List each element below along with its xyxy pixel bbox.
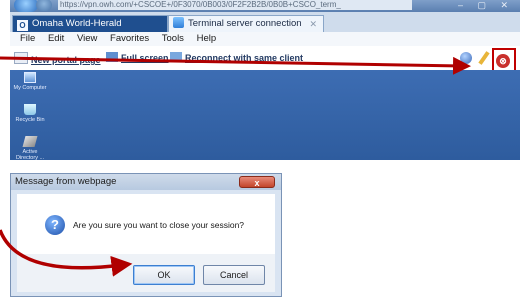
full-screen-link[interactable]: Full screen [106,52,169,64]
window-controls[interactable]: – ▢ ✕ [458,0,514,10]
remote-desktop: My Computer Recycle Bin Active Directory… [10,70,520,160]
browser-window: https://vpn.owh.com/+CSCOE+/0F3070/0B003… [10,0,520,160]
menu-view[interactable]: View [77,32,97,46]
ok-button[interactable]: OK [133,265,195,285]
pencil-icon[interactable] [478,51,490,65]
portal-toolbar: New portal page Full screen Reconnect wi… [10,46,520,72]
desktop-icon-recycle-bin[interactable]: Recycle Bin [12,104,48,123]
confirm-dialog: Message from webpage x ? Are you sure yo… [10,173,282,297]
menu-bar: File Edit View Favorites Tools Help [10,32,520,46]
cancel-button[interactable]: Cancel [203,265,265,285]
desktop-icon-label: My Computer [13,85,47,91]
desktop-icon-label: Recycle Bin [15,117,45,123]
desktop-icon-my-computer[interactable]: My Computer [12,72,48,91]
active-directory-icon [22,136,38,147]
dialog-title: Message from webpage [15,176,117,187]
new-portal-page-link[interactable]: New portal page [14,52,101,66]
menu-file[interactable]: File [20,32,35,46]
computer-icon [24,72,36,83]
close-icon[interactable]: x [239,176,275,188]
tab-strip: O Omaha World-Herald Terminal server conn… [10,12,520,32]
ie-page-icon [173,17,184,28]
reconnect-link[interactable]: Reconnect with same client [170,52,303,64]
menu-edit[interactable]: Edit [48,32,64,46]
forward-icon[interactable] [36,0,52,11]
monitor-icon [106,52,118,62]
tab-label: Terminal server connection [188,18,302,29]
menu-tools[interactable]: Tools [162,32,184,46]
dialog-footer: OK Cancel [17,254,275,292]
address-bar[interactable]: https://vpn.owh.com/+CSCOE+/0F3070/0B003… [58,0,412,10]
tab-omaha-world-herald[interactable]: O Omaha World-Herald [12,15,168,32]
browser-titlebar: https://vpn.owh.com/+CSCOE+/0F3070/0B003… [10,0,520,12]
menu-help[interactable]: Help [197,32,217,46]
tab-terminal-server[interactable]: Terminal server connection ✕ [168,15,324,32]
annotation-highlight-box [492,48,516,72]
reconnect-icon [170,52,182,62]
desktop-icon-label: Active Directory ... [15,149,45,160]
page-icon [14,52,28,64]
back-icon[interactable] [14,0,38,12]
tab-close-icon[interactable]: ✕ [309,16,317,32]
site-logo-icon: O [17,20,28,31]
recycle-bin-icon [24,104,36,115]
dialog-titlebar: Message from webpage x [11,174,281,190]
menu-favorites[interactable]: Favorites [110,32,149,46]
question-icon: ? [45,215,65,235]
dialog-message: Are you sure you want to close your sess… [73,220,245,230]
desktop-icon-active-directory[interactable]: Active Directory ... [12,136,48,160]
globe-icon[interactable] [460,52,472,64]
dialog-body: ? Are you sure you want to close your se… [17,194,275,254]
tab-label: Omaha World-Herald [32,18,122,29]
